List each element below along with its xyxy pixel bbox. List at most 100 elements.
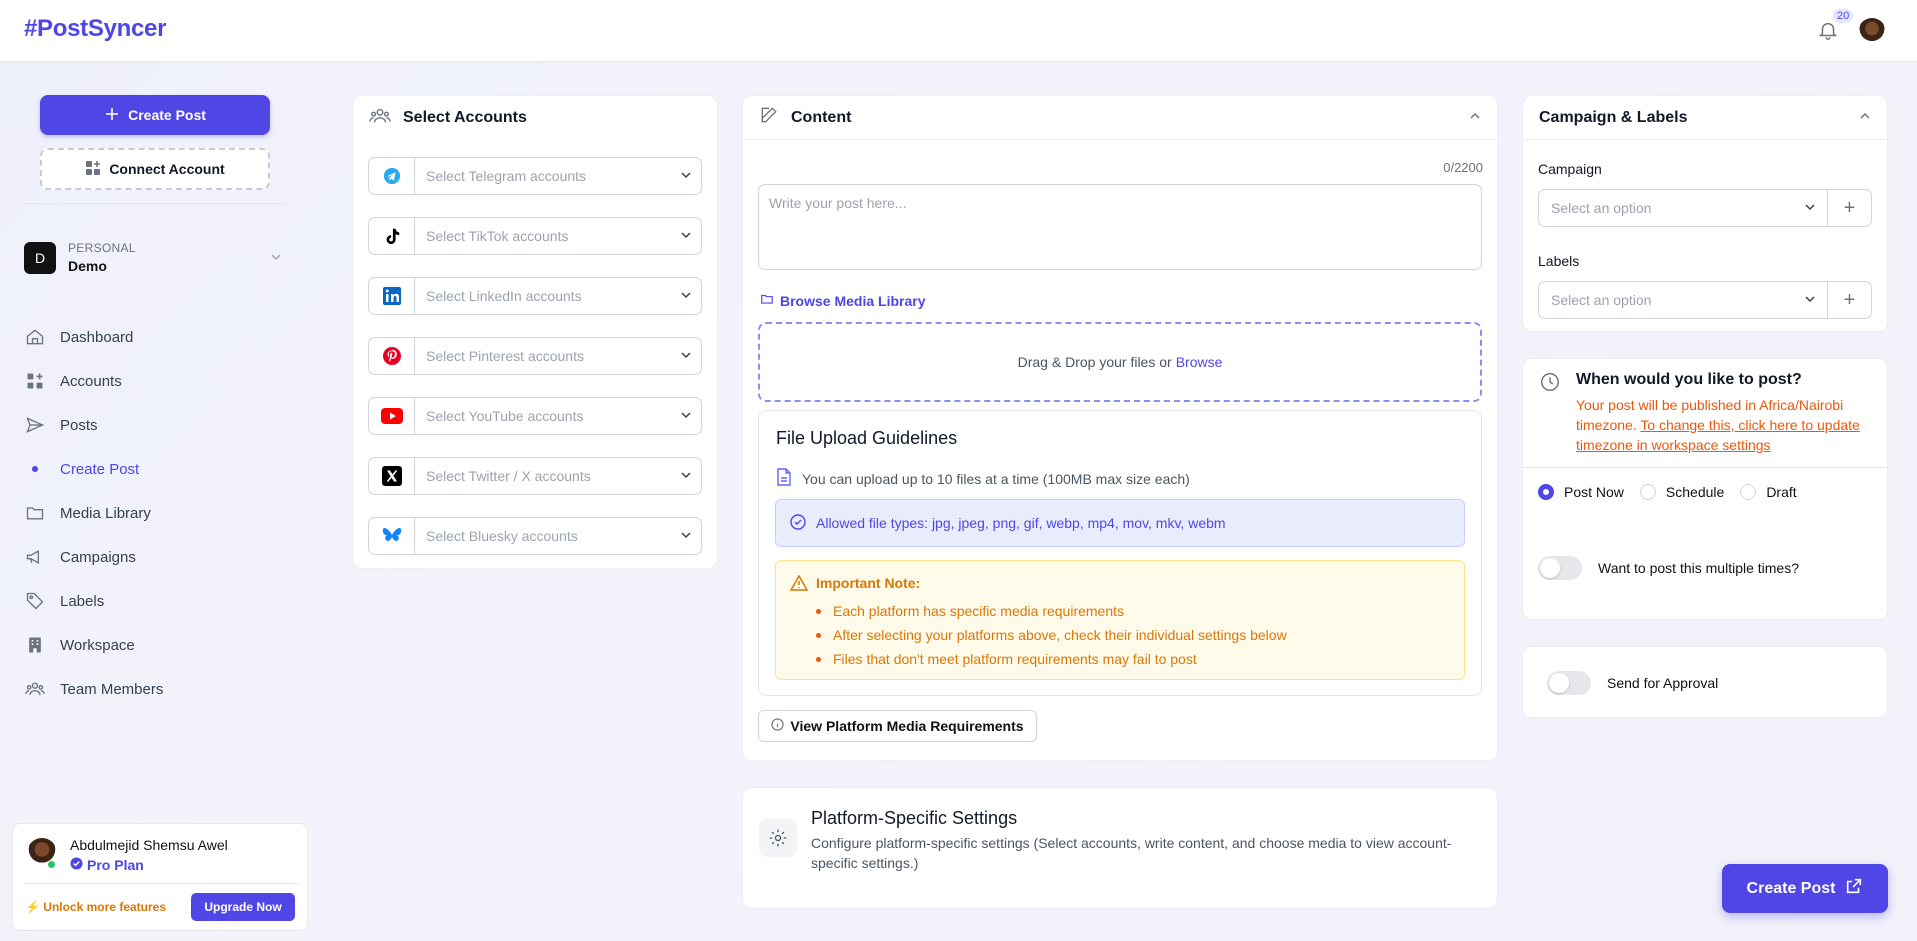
users-icon	[369, 105, 391, 132]
divider	[24, 203, 286, 204]
approval-card: Send for Approval	[1522, 646, 1888, 718]
chevron-down-icon	[270, 251, 282, 266]
create-post-button[interactable]: Create Post	[40, 95, 270, 135]
user-card: Abdulmejid Shemsu Awel Pro Plan ⚡ Unlock…	[12, 823, 308, 931]
radio-empty-icon	[1740, 484, 1757, 500]
connect-account-button[interactable]: Connect Account	[40, 148, 270, 190]
workspace-name: Demo	[68, 258, 107, 274]
radio-schedule[interactable]: Schedule	[1639, 484, 1724, 500]
sidebar-item-labels[interactable]: Labels	[24, 579, 286, 623]
top-bar: #PostSyncer 20	[0, 0, 1917, 62]
sidebar-item-workspace[interactable]: Workspace	[24, 623, 286, 667]
building-icon	[24, 634, 46, 656]
upgrade-now-button[interactable]: Upgrade Now	[191, 893, 295, 921]
radio-draft[interactable]: Draft	[1740, 484, 1797, 500]
sidebar-item-label: Team Members	[60, 680, 164, 698]
radio-selected-icon	[1538, 484, 1554, 500]
browse-media-library-link[interactable]: Browse Media Library	[760, 292, 926, 309]
radio-label: Post Now	[1564, 484, 1624, 500]
add-label-button[interactable]: +	[1827, 282, 1871, 318]
plan-badge: Pro Plan	[70, 857, 144, 873]
post-multiple-toggle[interactable]	[1538, 556, 1582, 580]
campaign-select[interactable]: Select an option +	[1538, 189, 1872, 227]
chevron-down-icon	[671, 169, 701, 184]
note-item: Each platform has specific media require…	[816, 599, 1287, 623]
approval-row: Send for Approval	[1547, 671, 1718, 695]
grid-plus-icon	[24, 370, 46, 392]
card-title: Content	[791, 108, 852, 126]
select-placeholder: Select an option	[1551, 292, 1652, 308]
document-icon	[776, 468, 792, 489]
verified-icon	[70, 857, 83, 873]
browse-files-link[interactable]: Browse	[1176, 354, 1223, 370]
note-item: Files that don't meet platform requireme…	[816, 647, 1287, 671]
sidebar-item-label: Media Library	[60, 504, 151, 522]
chevron-up-icon[interactable]	[1859, 109, 1871, 127]
users-icon	[24, 678, 46, 700]
select-placeholder: Select Pinterest accounts	[426, 348, 584, 364]
guidelines-title: File Upload Guidelines	[776, 428, 958, 448]
workspace-switcher[interactable]: D PERSONAL Demo	[24, 241, 286, 277]
online-status-dot	[47, 860, 56, 869]
clock-icon	[1539, 371, 1561, 396]
sidebar-item-label: Labels	[60, 592, 105, 610]
user-name: Abdulmejid Shemsu Awel	[70, 837, 228, 853]
post-content-textarea[interactable]: Write your post here...	[758, 184, 1482, 270]
send-for-approval-toggle[interactable]	[1547, 671, 1591, 695]
radio-post-now[interactable]: Post Now	[1538, 484, 1624, 500]
pinterest-accounts-select[interactable]: Select Pinterest accounts	[368, 337, 702, 375]
create-post-submit-button[interactable]: Create Post	[1722, 864, 1888, 913]
bell-icon[interactable]	[1817, 19, 1839, 41]
select-placeholder: Select an option	[1551, 200, 1652, 216]
add-campaign-button[interactable]: +	[1827, 190, 1871, 226]
chevron-up-icon[interactable]	[1469, 109, 1481, 127]
chevron-down-icon	[671, 229, 701, 244]
bluesky-butterfly-icon	[369, 518, 415, 554]
tiktok-accounts-select[interactable]: Select TikTok accounts	[368, 217, 702, 255]
notification-badge: 20	[1833, 9, 1854, 23]
telegram-accounts-select[interactable]: Select Telegram accounts	[368, 157, 702, 195]
user-avatar[interactable]	[1858, 18, 1886, 46]
youtube-accounts-select[interactable]: Select YouTube accounts	[368, 397, 702, 435]
plan-label: Pro Plan	[87, 857, 144, 873]
lightning-icon: ⚡	[25, 900, 40, 914]
sidebar-item-label: Workspace	[60, 636, 135, 654]
select-placeholder: Select LinkedIn accounts	[426, 288, 582, 304]
schedule-card: When would you like to post? Your post w…	[1522, 358, 1889, 620]
sidebar-item-accounts[interactable]: Accounts	[24, 359, 286, 403]
radio-empty-icon	[1639, 484, 1656, 500]
sidebar-item-campaigns[interactable]: Campaigns	[24, 535, 286, 579]
campaign-labels-card: Campaign & Labels Campaign Select an opt…	[1522, 95, 1888, 332]
twitter-x-accounts-select[interactable]: Select Twitter / X accounts	[368, 457, 702, 495]
browse-media-library-label: Browse Media Library	[780, 292, 926, 309]
bluesky-accounts-select[interactable]: Select Bluesky accounts	[368, 517, 702, 555]
telegram-icon	[369, 158, 415, 194]
select-accounts-card: Select Accounts Select Telegram accounts…	[352, 95, 718, 569]
plus-icon	[104, 106, 120, 125]
allowed-file-types: Allowed file types: jpg, jpeg, png, gif,…	[775, 499, 1465, 547]
sidebar-item-label: Dashboard	[60, 328, 134, 346]
select-placeholder: Select Bluesky accounts	[426, 528, 578, 544]
gear-icon	[759, 819, 797, 857]
sidebar-item-team-members[interactable]: Team Members	[24, 667, 286, 711]
sidebar-item-label: Create Post	[60, 460, 140, 478]
platform-settings-title: Platform-Specific Settings	[811, 808, 1018, 828]
linkedin-accounts-select[interactable]: Select LinkedIn accounts	[368, 277, 702, 315]
card-title: Select Accounts	[403, 109, 527, 126]
labels-select[interactable]: Select an option +	[1538, 281, 1872, 319]
note-title: Important Note:	[816, 575, 921, 591]
card-header: Content	[743, 96, 1497, 140]
sidebar-item-dashboard[interactable]: Dashboard	[24, 315, 286, 359]
divider	[1523, 467, 1889, 468]
file-drop-zone[interactable]: Drag & Drop your files or Browse	[758, 322, 1482, 402]
campaign-label: Campaign	[1538, 161, 1602, 177]
view-platform-requirements-button[interactable]: View Platform Media Requirements	[758, 710, 1037, 742]
warning-icon	[789, 574, 809, 594]
sidebar-item-create-post[interactable]: Create Post	[24, 447, 286, 491]
upload-limit-text: You can upload up to 10 files at a time …	[802, 470, 1190, 487]
sidebar-item-media-library[interactable]: Media Library	[24, 491, 286, 535]
app-logo[interactable]: #PostSyncer	[24, 15, 166, 43]
sidebar-item-posts[interactable]: Posts	[24, 403, 286, 447]
radio-label: Draft	[1766, 484, 1797, 500]
dot-icon	[24, 458, 46, 480]
